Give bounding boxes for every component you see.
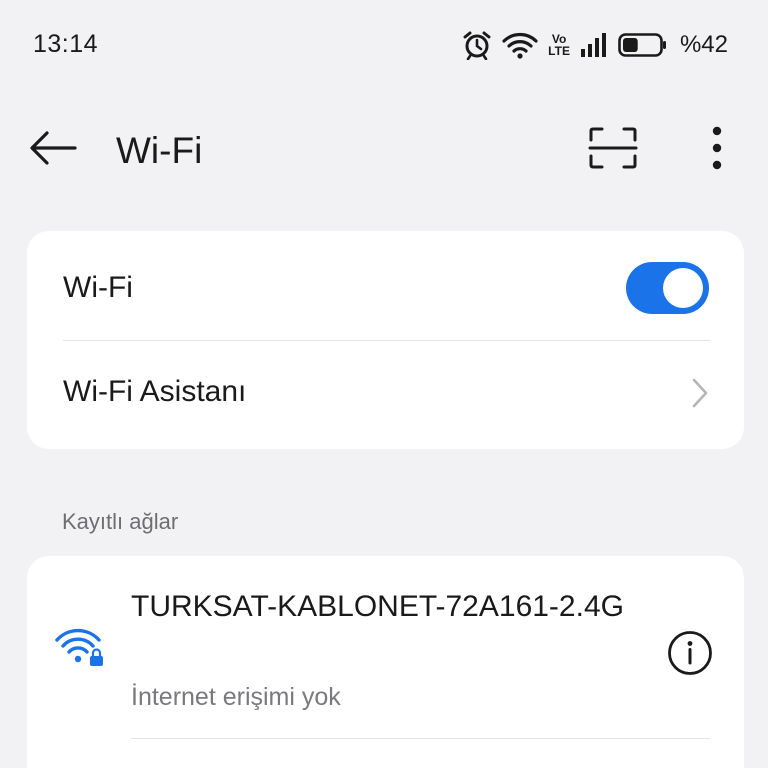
battery-icon <box>618 32 668 58</box>
scan-qr-icon <box>588 126 638 175</box>
wifi-assistant-row[interactable]: Wi-Fi Asistanı <box>27 341 744 449</box>
more-vert-icon <box>711 126 723 175</box>
wifi-label: Wi-Fi <box>63 271 133 304</box>
scan-qr-button[interactable] <box>585 124 641 176</box>
wifi-assistant-label: Wi-Fi Asistanı <box>63 375 247 408</box>
wifi-lock-icon <box>54 628 106 673</box>
network-status: İnternet erişimi yok <box>131 683 341 711</box>
info-icon <box>667 630 713 681</box>
saved-networks-card: TURKSAT-KABLONET-72A161-2.4G İnternet er… <box>27 556 744 768</box>
signal-icon <box>580 32 608 58</box>
wifi-icon <box>502 31 538 59</box>
volte-icon: Vo LTE <box>548 33 570 57</box>
network-info-button[interactable] <box>665 630 715 680</box>
page-title: Wi-Fi <box>116 130 203 171</box>
wifi-toggle[interactable] <box>626 262 709 314</box>
list-item[interactable]: TURKSAT-KABLONET-72A161-2.4G İnternet er… <box>27 556 744 738</box>
network-name: TURKSAT-KABLONET-72A161-2.4G <box>131 590 624 623</box>
status-icons: Vo LTE %42 <box>462 28 728 62</box>
app-bar: Wi-Fi <box>0 110 768 190</box>
chevron-right-icon <box>691 377 709 414</box>
back-arrow-icon <box>29 130 77 171</box>
alarm-icon <box>462 30 492 60</box>
saved-networks-header: Kayıtlı ağlar <box>62 509 179 534</box>
divider <box>131 738 710 739</box>
back-button[interactable] <box>26 128 80 172</box>
toggle-knob <box>663 268 703 308</box>
more-options-button[interactable] <box>696 124 738 176</box>
battery-percent: %42 <box>679 31 728 58</box>
status-time: 13:14 <box>33 30 99 58</box>
volte-bottom-label: LTE <box>548 44 570 58</box>
wifi-toggle-row[interactable]: Wi-Fi <box>27 231 744 339</box>
wifi-settings-card: Wi-Fi Wi-Fi Asistanı <box>27 231 744 449</box>
status-bar: 13:14 Vo LTE %42 <box>0 0 768 90</box>
